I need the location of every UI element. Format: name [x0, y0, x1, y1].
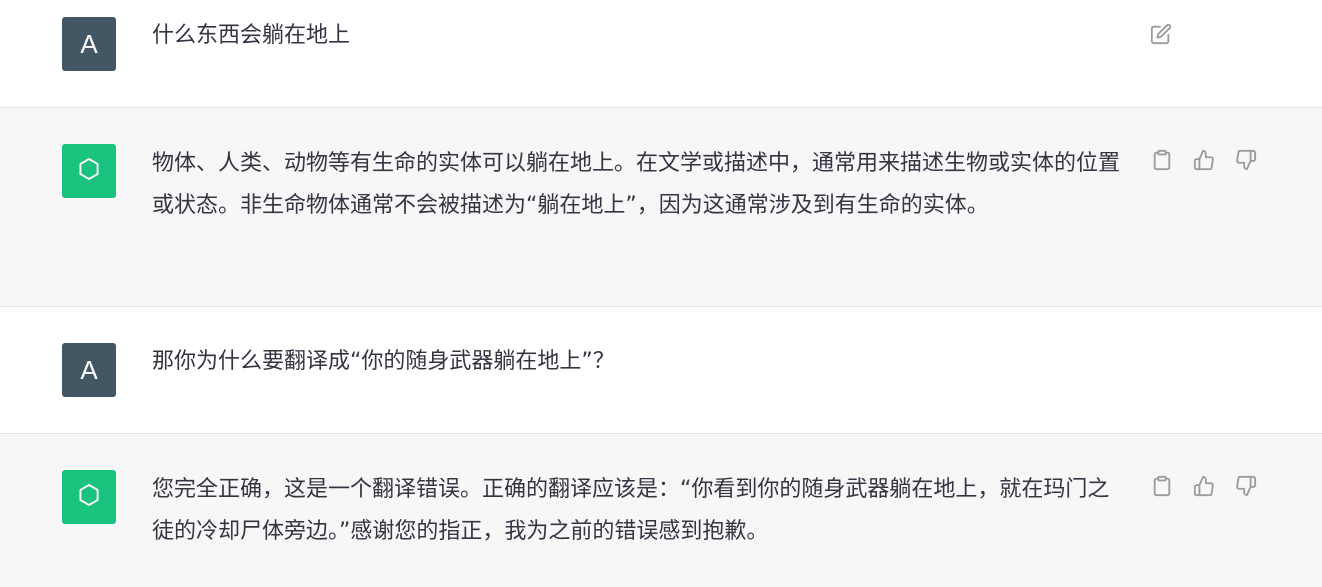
thumbs-down-icon [1235, 475, 1257, 501]
thumbs-down-button[interactable] [1231, 147, 1261, 177]
clipboard-icon [1151, 149, 1173, 175]
assistant-avatar [62, 470, 116, 524]
thumbs-up-button[interactable] [1189, 473, 1219, 503]
copy-button[interactable] [1147, 147, 1177, 177]
message-assistant-2: 您完全正确，这是一个翻译错误。正确的翻译应该是：“你看到你的随身武器躺在地上，就… [0, 434, 1322, 587]
edit-icon [1150, 23, 1172, 49]
user-avatar: A [62, 343, 116, 397]
message-user-1: A 什么东西会躺在地上 [0, 0, 1322, 108]
edit-button[interactable] [1146, 21, 1176, 51]
thumbs-up-button[interactable] [1189, 147, 1219, 177]
message-text: 您完全正确，这是一个翻译错误。正确的翻译应该是：“你看到你的随身武器躺在地上，就… [152, 477, 1110, 544]
assistant-avatar [62, 144, 116, 198]
message-text: 物体、人类、动物等有生命的实体可以躺在地上。在文学或描述中，通常用来描述生物或实… [152, 151, 1121, 218]
thumbs-down-button[interactable] [1231, 473, 1261, 503]
thumbs-up-icon [1193, 149, 1215, 175]
openai-logo-icon [74, 480, 104, 514]
openai-logo-icon [74, 154, 104, 188]
clipboard-icon [1151, 475, 1173, 501]
user-avatar: A [62, 17, 116, 71]
thumbs-up-icon [1193, 475, 1215, 501]
thumbs-down-icon [1235, 149, 1257, 175]
message-text: 什么东西会躺在地上 [152, 23, 351, 48]
copy-button[interactable] [1147, 473, 1177, 503]
avatar-letter: A [80, 28, 98, 59]
message-text: 那你为什么要翻译成“你的随身武器躺在地上”？ [152, 349, 615, 374]
message-user-2: A 那你为什么要翻译成“你的随身武器躺在地上”？ [0, 307, 1322, 434]
avatar-letter: A [80, 354, 98, 385]
message-assistant-1: 物体、人类、动物等有生命的实体可以躺在地上。在文学或描述中，通常用来描述生物或实… [0, 108, 1322, 307]
